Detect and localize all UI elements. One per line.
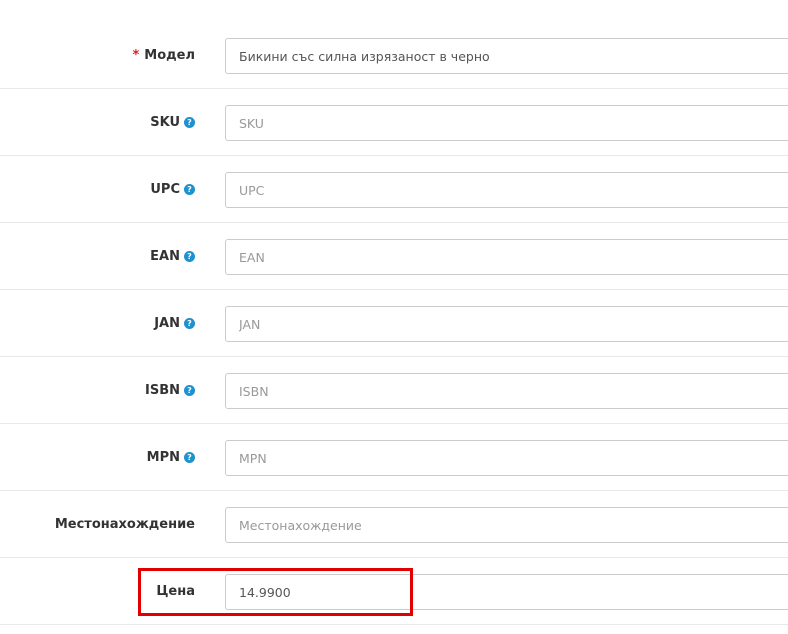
help-icon[interactable]: ?: [184, 384, 195, 396]
ean-label: EAN ?: [150, 223, 195, 289]
mpn-label: MPN ?: [147, 424, 195, 490]
form-row-sku: SKU ?: [0, 89, 788, 156]
form-row-upc: UPC ?: [0, 156, 788, 223]
form-row-isbn: ISBN ?: [0, 357, 788, 424]
form-row-location: Местонахождение: [0, 491, 788, 558]
help-icon[interactable]: ?: [184, 250, 195, 262]
form-row-jan: JAN ?: [0, 290, 788, 357]
jan-input[interactable]: [225, 306, 788, 342]
price-input[interactable]: [225, 574, 788, 610]
help-icon[interactable]: ?: [184, 116, 195, 128]
sku-label: SKU ?: [150, 89, 195, 155]
isbn-label: ISBN ?: [145, 357, 195, 423]
location-label: Местонахождение: [54, 516, 195, 532]
model-input[interactable]: [225, 38, 788, 74]
ean-input[interactable]: [225, 239, 788, 275]
product-data-form: * Модел SKU ? UPC ? EAN ? JAN ?: [0, 0, 788, 625]
isbn-input[interactable]: [225, 373, 788, 409]
form-row-ean: EAN ?: [0, 223, 788, 290]
help-icon[interactable]: ?: [184, 183, 195, 195]
mpn-input[interactable]: [225, 440, 788, 476]
jan-label: JAN ?: [154, 290, 195, 356]
required-asterisk: *: [132, 47, 140, 63]
model-label: * Модел: [132, 47, 195, 63]
upc-input[interactable]: [225, 172, 788, 208]
form-row-model: * Модел: [0, 0, 788, 89]
sku-input[interactable]: [225, 105, 788, 141]
help-icon[interactable]: ?: [184, 317, 195, 329]
form-row-price: Цена: [0, 558, 788, 625]
upc-label: UPC ?: [150, 156, 195, 222]
price-label: Цена: [156, 583, 195, 599]
help-icon[interactable]: ?: [184, 451, 195, 463]
location-input[interactable]: [225, 507, 788, 543]
form-row-mpn: MPN ?: [0, 424, 788, 491]
